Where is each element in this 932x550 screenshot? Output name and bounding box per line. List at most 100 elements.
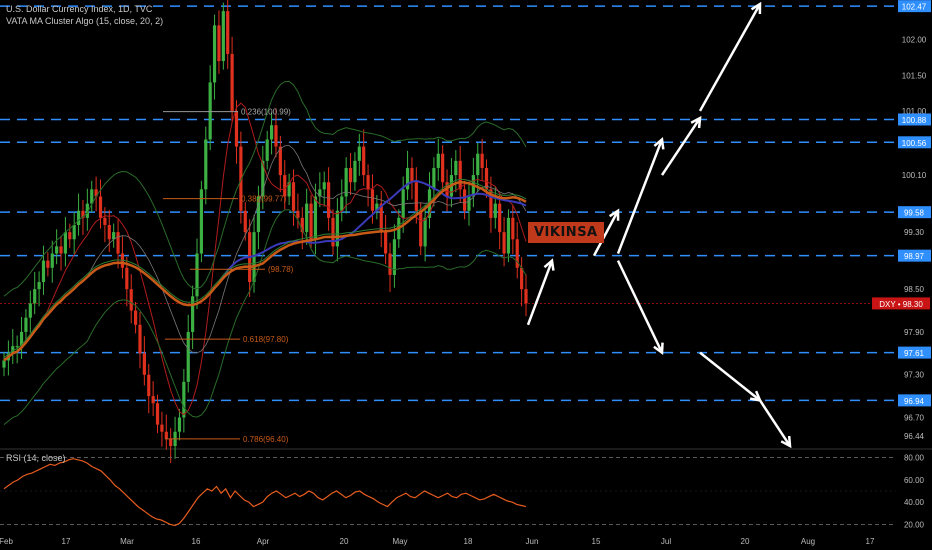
rsi-line (3, 458, 527, 527)
rsi-title: RSI (14, close) (6, 453, 66, 463)
x-tick-label: Feb (0, 537, 13, 546)
fib-level-label: (98.78) (268, 265, 294, 274)
candle-body (511, 217, 515, 240)
candle-body (520, 267, 524, 290)
rsi-tick-label: 80.00 (904, 454, 925, 463)
candle-body (283, 175, 287, 197)
candle-body (195, 253, 199, 297)
candle-body (217, 25, 221, 62)
price-tick-label: 99.58 (904, 209, 925, 218)
x-tick-label: 15 (592, 537, 601, 546)
price-tick-label: 97.30 (904, 371, 925, 380)
candle-body (208, 82, 212, 140)
candle-body (366, 175, 370, 190)
candle-body (348, 167, 353, 183)
price-tick-label: 102.00 (902, 36, 927, 45)
x-tick-label: 20 (340, 537, 349, 546)
candle-body (362, 146, 366, 176)
candle-body (138, 324, 142, 354)
candle-body (212, 25, 217, 83)
candle-body (107, 225, 111, 240)
candle-body (164, 431, 168, 439)
price-tick-label: 96.94 (904, 397, 925, 406)
candle-body (462, 189, 467, 211)
candle-body (410, 167, 414, 183)
candle-body (291, 182, 296, 211)
candle-body (55, 246, 59, 254)
candle-body (327, 182, 331, 218)
candle-body (493, 203, 497, 218)
candle-body (480, 153, 484, 168)
candle-body (37, 282, 41, 290)
x-tick-label: 17 (62, 537, 71, 546)
candle-body (423, 217, 427, 247)
candle-body (160, 424, 164, 432)
candle-body (76, 210, 81, 225)
price-chart[interactable]: 102.47102.00101.50101.00100.88100.56100.… (0, 0, 932, 550)
rsi-tick-label: 40.00 (904, 498, 925, 507)
rsi-tick-label: 60.00 (904, 476, 925, 485)
candle-body (28, 303, 32, 318)
candle-body (234, 110, 239, 147)
price-tick-label: 97.90 (904, 328, 925, 337)
ma-blue-line (3, 179, 527, 362)
candle-body (388, 253, 392, 275)
candle-body (340, 196, 344, 211)
candle-body (265, 139, 269, 161)
rsi-tick-label: 20.00 (904, 520, 925, 529)
fib-level-label: 0.618(97.80) (243, 335, 289, 344)
candle-body (204, 139, 208, 190)
candle-body (414, 182, 418, 211)
candle-body (401, 189, 405, 218)
price-tick-label: 100.88 (902, 116, 927, 125)
x-tick-label: May (392, 537, 407, 546)
candle-body (419, 210, 423, 247)
candle-body (177, 417, 182, 432)
candle-body (33, 289, 37, 304)
price-tick-label: 98.50 (904, 285, 925, 294)
indicator-title: VATA MA Cluster Algo (15, close, 20, 2) (6, 16, 164, 26)
candle-body (502, 232, 506, 254)
x-tick-label: Mar (120, 537, 134, 546)
ma-orange-line (3, 180, 527, 362)
symbol-title: U.S. Dollar Currency Index, 1D, TVC (6, 4, 153, 14)
candle-body (155, 403, 160, 425)
price-tick-label: 101.50 (902, 71, 927, 80)
fib-level-label: 0.236(100.99) (241, 108, 291, 117)
candle-body (524, 289, 528, 304)
candle-body (182, 381, 186, 418)
candle-body (15, 346, 19, 348)
candle-body (125, 267, 129, 290)
candle-body (353, 160, 357, 183)
candle-body (98, 196, 103, 218)
price-tick-label: 97.61 (904, 349, 925, 358)
candle-body (436, 153, 440, 168)
x-tick-label: Jul (661, 537, 671, 546)
projection-arrow-line (526, 260, 554, 326)
candle-body (169, 438, 173, 446)
projection-arrow-line (698, 3, 762, 112)
candle-body (467, 196, 471, 211)
price-tick-label: 100.10 (902, 171, 927, 180)
projection-arrow-line (758, 399, 792, 447)
projection-arrow-line (616, 139, 664, 254)
candle-body (454, 160, 458, 176)
candle-body (458, 160, 462, 190)
candle-body (498, 203, 502, 233)
projection-arrow-line (660, 117, 702, 176)
x-tick-label: Jun (526, 537, 539, 546)
ma-gray-line (3, 145, 527, 361)
candle-body (103, 217, 107, 225)
price-tick-label: 98.97 (904, 252, 925, 261)
candle-body (441, 153, 445, 183)
candle-body (243, 210, 247, 233)
candle-body (59, 246, 63, 254)
candle-body (24, 317, 28, 332)
current-price-label: DXY • 98.30 (879, 300, 923, 309)
candle-body (221, 11, 225, 62)
candle-body (476, 153, 480, 176)
candle-body (72, 225, 76, 240)
price-tick-label: 96.44 (904, 432, 925, 441)
candle-body (2, 360, 6, 368)
projection-arrow-line (616, 260, 664, 354)
